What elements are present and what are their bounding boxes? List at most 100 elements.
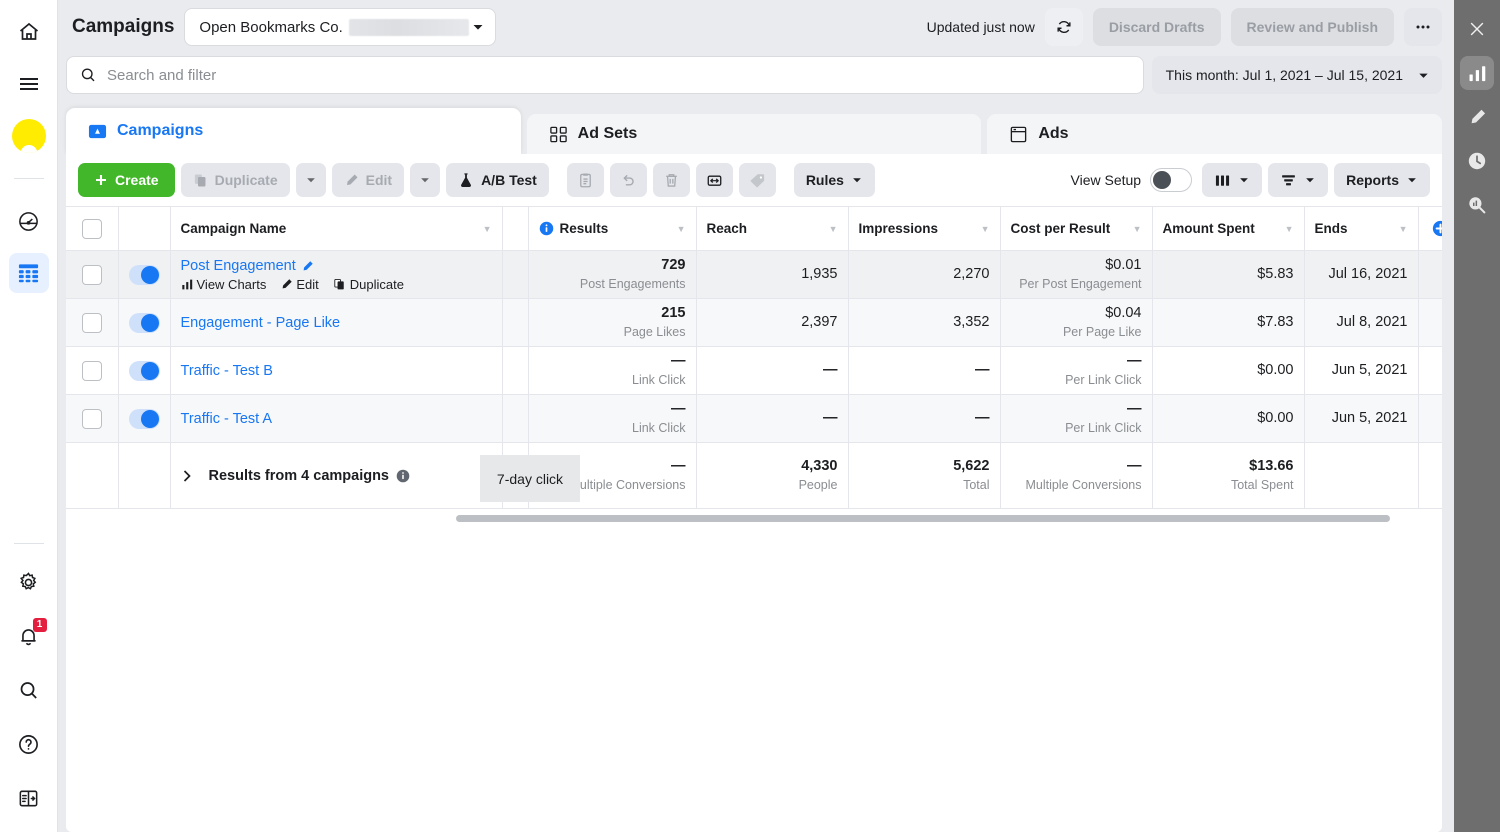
chart-search-icon[interactable] <box>1460 188 1494 222</box>
row-name-cell: Post Engagement View Charts Edit Duplica… <box>170 250 503 299</box>
menu-icon[interactable] <box>9 64 49 104</box>
select-all-checkbox[interactable] <box>81 218 102 239</box>
business-logo[interactable] <box>9 116 49 156</box>
results-sub: Link Click <box>632 373 686 388</box>
chevron-down-icon[interactable]: ▼ <box>483 224 492 234</box>
view-charts-action[interactable]: View Charts <box>181 277 266 292</box>
tag-icon-button[interactable] <box>738 163 776 197</box>
chevron-down-icon[interactable]: ▼ <box>677 224 686 234</box>
reports-dropdown[interactable]: Reports <box>1334 163 1430 197</box>
tab-adsets-label: Ad Sets <box>577 125 638 142</box>
search-icon[interactable] <box>9 670 49 710</box>
duplicate-action[interactable]: Duplicate <box>333 277 404 292</box>
expand-summary-icon[interactable] <box>181 469 193 483</box>
chevron-down-icon[interactable]: ▼ <box>1285 224 1294 234</box>
account-name: Open Bookmarks Co. <box>199 18 343 36</box>
row-status-cell <box>118 298 171 347</box>
date-range-selector[interactable]: This month: Jul 1, 2021 – Jul 15, 2021 <box>1151 56 1442 94</box>
chevron-down-icon[interactable]: ▼ <box>1133 224 1142 234</box>
trash-icon-button[interactable] <box>652 163 690 197</box>
campaign-name-link[interactable]: Traffic - Test A <box>181 411 273 427</box>
row-name-cell: Engagement - Page Like <box>170 298 503 347</box>
gauge-icon[interactable] <box>9 201 49 241</box>
impressions-value: — <box>975 362 990 379</box>
refresh-button[interactable] <box>1044 8 1083 46</box>
row-spent-cell: $0.00 <box>1152 346 1305 395</box>
row-checkbox[interactable] <box>81 408 102 429</box>
discard-drafts-button[interactable]: Discard Drafts <box>1092 8 1221 46</box>
close-icon[interactable] <box>1460 12 1494 46</box>
campaign-status-toggle[interactable] <box>128 360 160 381</box>
campaign-name-link[interactable]: Engagement - Page Like <box>181 315 341 331</box>
clipboard-icon-button[interactable] <box>566 163 604 197</box>
table-row[interactable]: Engagement - Page Like 215 Page Likes 2,… <box>66 298 1442 347</box>
home-icon[interactable] <box>9 12 49 52</box>
table-row[interactable]: Post Engagement View Charts Edit Duplica… <box>66 250 1442 299</box>
campaign-status-toggle[interactable] <box>128 264 160 285</box>
chevron-down-icon[interactable]: ▼ <box>1399 224 1408 234</box>
columns-dropdown[interactable] <box>1202 163 1263 197</box>
ends-header[interactable]: Ends ▼ <box>1304 206 1419 251</box>
table-row[interactable]: Traffic - Test A — Link Click — — — Per … <box>66 394 1442 443</box>
campaign-name-link[interactable]: Traffic - Test B <box>181 363 273 379</box>
help-icon[interactable] <box>9 724 49 764</box>
campaign-status-toggle[interactable] <box>128 408 160 429</box>
rules-dropdown[interactable]: Rules <box>793 163 875 197</box>
row-checkbox[interactable] <box>81 312 102 333</box>
campaign-name-link[interactable]: Post Engagement <box>181 258 314 274</box>
edit-button[interactable]: Edit <box>331 163 405 197</box>
search-input[interactable] <box>107 66 1131 84</box>
duplicate-dropdown[interactable] <box>295 163 326 197</box>
results-header[interactable]: Results ▼ <box>528 206 697 251</box>
row-checkbox[interactable] <box>81 360 102 381</box>
undo-icon-button[interactable] <box>609 163 647 197</box>
cost-per-result-header-label: Cost per Result <box>1010 221 1111 236</box>
info-icon[interactable] <box>539 221 554 236</box>
table-hscrollbar[interactable] <box>66 509 1442 527</box>
ab-test-button[interactable]: A/B Test <box>446 163 549 197</box>
review-publish-button[interactable]: Review and Publish <box>1230 8 1394 46</box>
create-button[interactable]: Create <box>78 163 175 197</box>
summary-spent-cell: $13.66 Total Spent <box>1152 442 1305 509</box>
impressions-header[interactable]: Impressions ▼ <box>848 206 1001 251</box>
pencil-icon[interactable] <box>301 260 314 273</box>
tab-ads[interactable]: Ads <box>987 114 1443 154</box>
reach-header[interactable]: Reach ▼ <box>696 206 849 251</box>
account-selector[interactable]: Open Bookmarks Co. <box>184 8 497 46</box>
bar-chart-icon[interactable] <box>1460 56 1494 90</box>
view-setup-toggle[interactable] <box>1150 168 1193 192</box>
table-row[interactable]: Traffic - Test B — Link Click — — — Per … <box>66 346 1442 395</box>
row-reach-cell: 1,935 <box>696 250 849 299</box>
export-icon-button[interactable] <box>695 163 733 197</box>
gear-icon[interactable] <box>9 562 49 602</box>
ends-header-label: Ends <box>1314 221 1348 236</box>
tab-adsets[interactable]: Ad Sets <box>526 114 982 154</box>
bell-icon[interactable]: 1 <box>9 616 49 656</box>
duplicate-button[interactable]: Duplicate <box>180 163 290 197</box>
row-checkbox[interactable] <box>81 264 102 285</box>
cost-per-result-header[interactable]: Cost per Result ▼ <box>1000 206 1153 251</box>
summary-cpr-value: — <box>1127 458 1142 475</box>
table-hscrollbar-thumb[interactable] <box>456 514 1390 522</box>
search-filter-box[interactable] <box>66 56 1144 94</box>
breakdown-dropdown[interactable] <box>1268 163 1329 197</box>
info-icon[interactable] <box>396 469 410 483</box>
edit-action[interactable]: Edit <box>280 277 319 292</box>
panel-toggle-icon[interactable] <box>9 778 49 818</box>
main-content: Campaigns Open Bookmarks Co. Updated jus… <box>58 0 1454 832</box>
more-options-button[interactable] <box>1404 8 1442 46</box>
summary-cpr-sub: Multiple Conversions <box>1025 478 1142 493</box>
tab-campaigns[interactable]: Campaigns <box>66 108 521 154</box>
amount-spent-header[interactable]: Amount Spent ▼ <box>1152 206 1305 251</box>
pencil-icon[interactable] <box>1460 100 1494 134</box>
table-icon[interactable] <box>8 253 49 293</box>
edit-dropdown[interactable] <box>410 163 441 197</box>
campaign-name-header[interactable]: Campaign Name ▼ <box>170 206 503 251</box>
campaign-status-toggle[interactable] <box>128 312 160 333</box>
chevron-down-icon[interactable]: ▼ <box>829 224 838 234</box>
add-column-icon[interactable] <box>1429 220 1442 237</box>
summary-impressions-sub: Total <box>963 478 990 493</box>
row-status-cell <box>118 250 171 299</box>
chevron-down-icon[interactable]: ▼ <box>981 224 990 234</box>
clock-icon[interactable] <box>1460 144 1494 178</box>
